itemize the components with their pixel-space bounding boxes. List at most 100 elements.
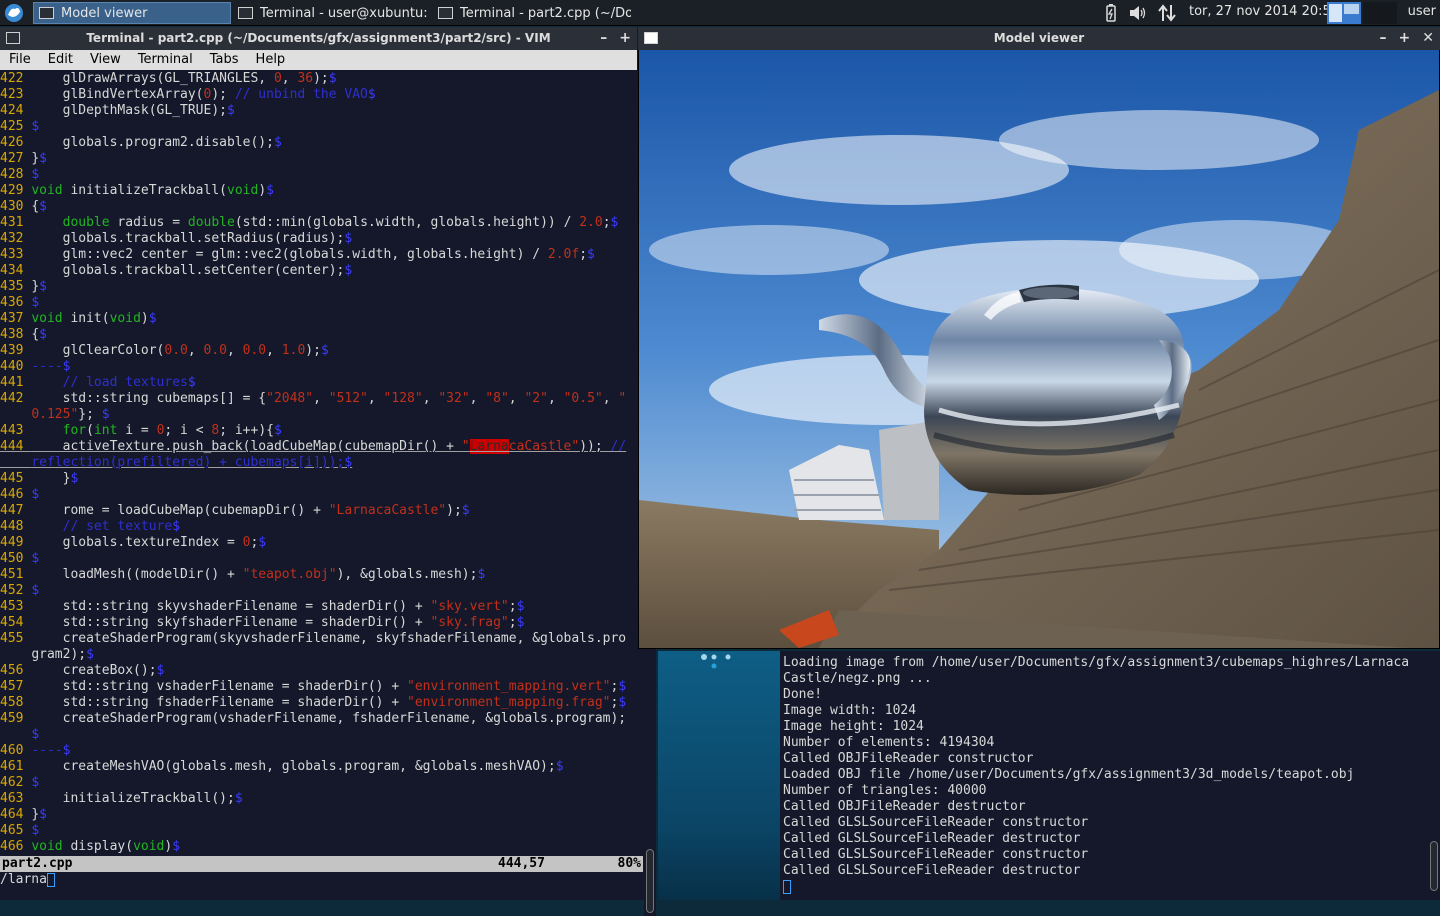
taskbar-item-terminal-user[interactable]: Terminal - user@xubuntu: ... bbox=[233, 2, 431, 24]
volume-icon[interactable] bbox=[1128, 4, 1148, 22]
workspace-switcher-icon[interactable] bbox=[1327, 2, 1399, 24]
taskbar-item-terminal-part2[interactable]: Terminal - part2.cpp (~/Do... bbox=[433, 2, 631, 24]
code-line[interactable]: gram2);$ bbox=[0, 647, 643, 663]
code-token: , bbox=[367, 391, 384, 406]
code-line[interactable]: 0.125"}; $ bbox=[0, 407, 643, 423]
command-text: /larna bbox=[0, 872, 47, 887]
code-line[interactable]: 439 glClearColor(0.0, 0.0, 0.0, 1.0);$ bbox=[0, 343, 643, 359]
code-line[interactable]: 423 glBindVertexArray(0); // unbind the … bbox=[0, 87, 643, 103]
code-line[interactable]: 433 glm::vec2 center = glm::vec2(globals… bbox=[0, 247, 643, 263]
code-line[interactable]: 448 // set texture$ bbox=[0, 519, 643, 535]
code-line[interactable]: 441 // load textures$ bbox=[0, 375, 643, 391]
code-line[interactable]: 432 globals.trackball.setRadius(radius);… bbox=[0, 231, 643, 247]
menu-tabs[interactable]: Tabs bbox=[210, 50, 239, 70]
code-line[interactable]: 447 rome = loadCubeMap(cubemapDir() + "L… bbox=[0, 503, 643, 519]
line-number: 462 bbox=[0, 775, 32, 790]
wallpaper-dots bbox=[701, 654, 731, 669]
code-token: "sky.vert" bbox=[430, 599, 509, 614]
code-line[interactable]: 438 {$ bbox=[0, 327, 643, 343]
code-token: $ bbox=[234, 791, 243, 806]
code-token: std::string vshaderFilename = shaderDir(… bbox=[31, 679, 407, 694]
code-token: $ bbox=[31, 823, 40, 838]
code-line[interactable]: 431 double radius = double(std::min(glob… bbox=[0, 215, 643, 231]
code-line[interactable]: 429 void initializeTrackball(void)$ bbox=[0, 183, 643, 199]
code-line[interactable]: 453 std::string skyvshaderFilename = sha… bbox=[0, 599, 643, 615]
battery-icon[interactable] bbox=[1104, 3, 1118, 23]
minimize-button[interactable]: – bbox=[1380, 27, 1387, 50]
code-line[interactable]: 466 void display(void)$ bbox=[0, 839, 643, 855]
code-line[interactable]: 464 }$ bbox=[0, 807, 643, 823]
code-line[interactable]: 428 $ bbox=[0, 167, 643, 183]
code-token: , bbox=[187, 343, 204, 358]
code-line[interactable]: 459 createShaderProgram(vshaderFilename,… bbox=[0, 711, 643, 727]
code-token: ---- bbox=[31, 743, 63, 758]
line-number: 422 bbox=[0, 71, 32, 86]
minimize-button[interactable]: – bbox=[600, 27, 607, 50]
code-line[interactable]: 457 std::string vshaderFilename = shader… bbox=[0, 679, 643, 695]
code-token: " bbox=[461, 439, 470, 454]
close-button[interactable]: ✕ bbox=[1422, 27, 1434, 50]
maximize-button[interactable]: + bbox=[1399, 27, 1411, 50]
code-line[interactable]: 424 glDepthMask(GL_TRUE);$ bbox=[0, 103, 643, 119]
menu-terminal[interactable]: Terminal bbox=[138, 50, 193, 70]
line-number bbox=[0, 407, 31, 422]
code-line[interactable]: 434 globals.trackball.setCenter(center);… bbox=[0, 263, 643, 279]
xfce-mouse-icon[interactable] bbox=[3, 3, 25, 23]
scrollbar-thumb[interactable] bbox=[646, 849, 654, 913]
code-token: 36 bbox=[297, 71, 314, 86]
prompt-line[interactable] bbox=[783, 879, 1428, 895]
code-token: $ bbox=[86, 647, 94, 662]
scrollbar-thumb[interactable] bbox=[1430, 841, 1438, 891]
code-line[interactable]: 449 globals.textureIndex = 0;$ bbox=[0, 535, 643, 551]
code-line[interactable]: 436 $ bbox=[0, 295, 643, 311]
workspace-1[interactable] bbox=[1327, 2, 1361, 24]
code-line[interactable]: 458 std::string fshaderFilename = shader… bbox=[0, 695, 643, 711]
code-line[interactable]: 456 createBox();$ bbox=[0, 663, 643, 679]
menu-edit[interactable]: Edit bbox=[48, 50, 73, 70]
vim-buffer[interactable]: 422 glDrawArrays(GL_TRIANGLES, 0, 36);$ 4… bbox=[0, 71, 643, 856]
code-line[interactable]: 426 globals.program2.disable();$ bbox=[0, 135, 643, 151]
user-menu[interactable]: user bbox=[1408, 4, 1436, 19]
code-line[interactable]: 444 activeTexture.push_back(loadCubeMap(… bbox=[0, 439, 643, 455]
code-token: "8" bbox=[485, 391, 509, 406]
code-line[interactable]: 440 ----$ bbox=[0, 359, 643, 375]
code-token: glClearColor( bbox=[31, 343, 165, 358]
code-line[interactable]: 442 std::string cubemaps[] = {"2048", "5… bbox=[0, 391, 643, 407]
workspace-2[interactable] bbox=[1363, 2, 1397, 24]
window-titlebar[interactable]: Terminal - part2.cpp (~/Documents/gfx/as… bbox=[0, 27, 637, 50]
menu-help[interactable]: Help bbox=[256, 50, 286, 70]
code-line[interactable]: 425 $ bbox=[0, 119, 643, 135]
menu-file[interactable]: File bbox=[9, 50, 31, 70]
code-line[interactable]: 446 $ bbox=[0, 487, 643, 503]
code-line[interactable]: 430 {$ bbox=[0, 199, 643, 215]
window-titlebar[interactable]: Model viewer – + ✕ bbox=[638, 27, 1440, 50]
code-line[interactable]: reflection(prefiltered) + cubemaps[i]));… bbox=[0, 455, 643, 471]
code-line[interactable]: 451 loadMesh((modelDir() + "teapot.obj")… bbox=[0, 567, 643, 583]
menu-view[interactable]: View bbox=[90, 50, 121, 70]
code-line[interactable]: 462 $ bbox=[0, 775, 643, 791]
code-line[interactable]: 460 ----$ bbox=[0, 743, 643, 759]
window-title: Model viewer bbox=[993, 31, 1085, 45]
code-line[interactable]: 465 $ bbox=[0, 823, 643, 839]
code-line[interactable]: 445 }$ bbox=[0, 471, 643, 487]
vim-command-line[interactable]: /larna bbox=[0, 872, 643, 888]
code-line[interactable]: 437 void init(void)$ bbox=[0, 311, 643, 327]
opengl-canvas[interactable] bbox=[639, 50, 1439, 648]
network-icon[interactable] bbox=[1157, 3, 1177, 23]
code-line[interactable]: 427 }$ bbox=[0, 151, 643, 167]
code-line[interactable]: 463 initializeTrackball();$ bbox=[0, 791, 643, 807]
code-line[interactable]: 461 createMeshVAO(globals.mesh, globals.… bbox=[0, 759, 643, 775]
taskbar-item-model-viewer[interactable]: Model viewer bbox=[33, 2, 231, 24]
clock[interactable]: tor, 27 nov 2014 20:55 bbox=[1189, 4, 1339, 19]
code-line[interactable]: 450 $ bbox=[0, 551, 643, 567]
code-line[interactable]: $ bbox=[0, 727, 643, 743]
scrollbar[interactable] bbox=[1428, 651, 1440, 900]
code-line[interactable]: 452 $ bbox=[0, 583, 643, 599]
code-line[interactable]: 435 }$ bbox=[0, 279, 643, 295]
code-line[interactable]: 443 for(int i = 0; i < 8; i++){$ bbox=[0, 423, 643, 439]
terminal-output[interactable]: Loading image from /home/user/Documents/… bbox=[780, 651, 1428, 900]
code-line[interactable]: 455 createShaderProgram(skyvshaderFilena… bbox=[0, 631, 643, 647]
code-line[interactable]: 454 std::string skyfshaderFilename = sha… bbox=[0, 615, 643, 631]
maximize-button[interactable]: + bbox=[619, 27, 631, 50]
code-line[interactable]: 422 glDrawArrays(GL_TRIANGLES, 0, 36);$ bbox=[0, 71, 643, 87]
